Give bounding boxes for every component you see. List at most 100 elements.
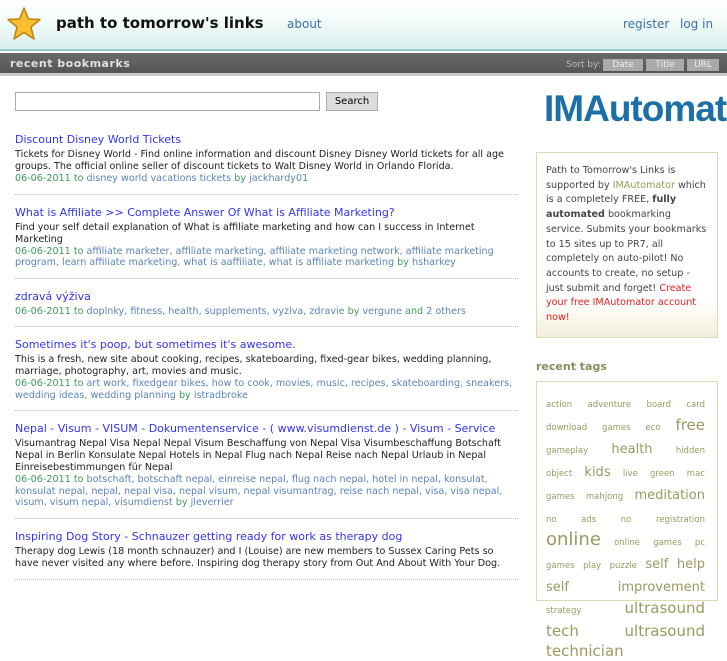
bookmark-description: Visumantrag Nepal Visa Nepal Nepal Visum… (15, 438, 501, 473)
tag-link[interactable]: pc (695, 538, 705, 548)
tag-link[interactable]: games (653, 538, 682, 548)
search-button[interactable]: Search (326, 92, 378, 111)
bookmark-meta: 06-06-2011 to disney world vacations tic… (15, 173, 518, 185)
bookmark-title-link[interactable]: Nepal - Visum - VISUM - Dokumentenservic… (15, 422, 518, 435)
by-label: by (178, 389, 191, 401)
tag-link[interactable]: games (546, 561, 575, 571)
and-label: and (405, 305, 424, 317)
tag-link[interactable]: play (583, 561, 601, 571)
bookmark-title-link[interactable]: Discount Disney World Tickets (15, 133, 518, 146)
bookmark-date: 06-06-2011 (15, 474, 71, 485)
sidebar: IMAutomator Path to Tomorrow's Links is … (536, 88, 727, 660)
bookmark-user-link[interactable]: jleverrier (191, 497, 234, 508)
sort-title-button[interactable]: Title (646, 59, 684, 71)
tag-link[interactable]: self (546, 580, 569, 595)
bookmark-description: This is a fresh, new site about cooking,… (15, 354, 492, 377)
bookmark-tags[interactable]: art work, fixedgear bikes, how to cook, … (15, 378, 512, 401)
to-label: to (73, 474, 84, 485)
bookmark-title-link[interactable]: Sometimes it's poop, but sometimes it's … (15, 338, 518, 351)
bookmark-item: Sometimes it's poop, but sometimes it's … (15, 338, 518, 411)
tag-link[interactable]: self (645, 557, 668, 572)
star-logo-icon[interactable] (6, 6, 42, 42)
tag-link[interactable]: board (646, 400, 671, 410)
bookmark-meta: 06-06-2011 to art work, fixedgear bikes,… (15, 378, 518, 401)
tag-link[interactable]: games (602, 423, 631, 433)
bookmark-description: Find your self detail explanation of Wha… (15, 221, 475, 245)
tag-link[interactable]: ads (581, 515, 596, 525)
bookmark-user-link[interactable]: jackhardy01 (249, 173, 308, 184)
tag-link[interactable]: meditation (635, 488, 706, 503)
tag-link[interactable]: object (546, 469, 572, 479)
bookmark-meta: 06-06-2011 to affiliate marketer, affili… (15, 246, 518, 269)
tag-link[interactable]: online (546, 529, 601, 550)
bookmark-date: 06-06-2011 (15, 378, 71, 389)
bookmark-date: 06-06-2011 (15, 245, 71, 257)
tag-link[interactable]: games (546, 492, 575, 502)
tag-link[interactable]: online (614, 538, 640, 548)
tag-link[interactable]: improvement (618, 580, 705, 595)
login-link[interactable]: log in (680, 17, 713, 31)
tag-link[interactable]: action (546, 400, 572, 410)
tag-link[interactable]: strategy (546, 606, 581, 616)
to-label: to (73, 378, 84, 389)
tag-link[interactable]: eco (645, 423, 660, 433)
tag-link[interactable]: kids (584, 465, 610, 480)
bookmark-meta: 06-06-2011 to doplnky, fitness, health, … (15, 306, 518, 318)
by-label: by (347, 305, 360, 317)
tag-link[interactable]: mahjong (586, 492, 623, 502)
bookmark-user-link[interactable]: istradbroke (194, 390, 248, 401)
tag-link[interactable]: health (611, 442, 652, 457)
tag-link[interactable]: technician (546, 642, 624, 660)
bookmark-description: Therapy dog Lewis (18 month schnauzer) a… (15, 545, 501, 569)
by-label: by (397, 257, 409, 268)
bookmark-tags[interactable]: doplnky, fitness, health, supplements, v… (87, 306, 345, 317)
sort-by-label: Sort by: (566, 60, 601, 70)
tag-link[interactable]: no (546, 515, 557, 525)
tag-link[interactable]: adventure (588, 400, 632, 410)
section-title: recent bookmarks (10, 57, 131, 70)
bookmark-user-link[interactable]: hsharkey (412, 257, 456, 268)
tag-link[interactable]: download (546, 423, 587, 433)
bookmark-meta: 06-06-2011 to botschaft, botschaft nepal… (15, 474, 518, 509)
bookmark-title-link[interactable]: Inspiring Dog Story - Schnauzer getting … (15, 530, 518, 543)
bookmark-item: Inspiring Dog Story - Schnauzer getting … (15, 530, 518, 580)
bookmark-date: 06-06-2011 (15, 173, 71, 184)
promo-box: Path to Tomorrow's Links is supported by… (536, 152, 718, 338)
bookmark-item: What is Affiliate >> Complete Answer Of … (15, 206, 518, 279)
tag-link[interactable]: help (677, 557, 705, 572)
tag-link[interactable]: gameplay (546, 446, 588, 456)
tag-link[interactable]: mac (687, 469, 705, 479)
register-link[interactable]: register (623, 17, 669, 31)
imautomator-logo[interactable]: IMAutomator (544, 88, 727, 138)
to-label: to (73, 245, 84, 257)
bookmark-title-link[interactable]: What is Affiliate >> Complete Answer Of … (15, 206, 518, 219)
search-input[interactable] (15, 92, 320, 111)
tag-link[interactable]: ultrasound (625, 599, 705, 617)
others-link[interactable]: 2 others (426, 306, 466, 317)
tag-link[interactable]: card (686, 400, 705, 410)
tag-link[interactable]: green (650, 469, 675, 479)
tag-link[interactable]: tech (546, 622, 579, 640)
tag-link[interactable]: free (675, 416, 705, 434)
to-label: to (73, 173, 84, 184)
about-link[interactable]: about (287, 17, 322, 31)
to-label: to (73, 305, 84, 317)
tag-link[interactable]: live (623, 469, 638, 479)
recent-tags-title: recent tags (536, 359, 607, 373)
tag-link[interactable]: registration (656, 515, 705, 525)
bookmark-user-link[interactable]: vergune (363, 306, 403, 317)
tag-link[interactable]: no (621, 515, 632, 525)
bookmark-description: Tickets for Disney World - Find online i… (15, 149, 504, 172)
sort-date-button[interactable]: Date (603, 59, 643, 71)
by-label: by (175, 497, 188, 508)
tag-link[interactable]: hidden (676, 446, 705, 456)
bookmark-list: Discount Disney World Tickets Tickets for… (15, 133, 518, 591)
imautomator-link[interactable]: IMAutomator (613, 180, 675, 191)
sort-url-button[interactable]: URL (687, 59, 719, 71)
bookmark-tags[interactable]: disney world vacations tickets (87, 173, 232, 184)
tag-link[interactable]: ultrasound (625, 622, 705, 640)
site-title[interactable]: path to tomorrow's links (56, 14, 264, 32)
tag-link[interactable]: puzzle (610, 561, 637, 571)
bookmark-title-link[interactable]: zdravá výživa (15, 290, 518, 303)
bookmark-tags[interactable]: botschaft, botschaft nepal, einreise nep… (15, 474, 502, 508)
